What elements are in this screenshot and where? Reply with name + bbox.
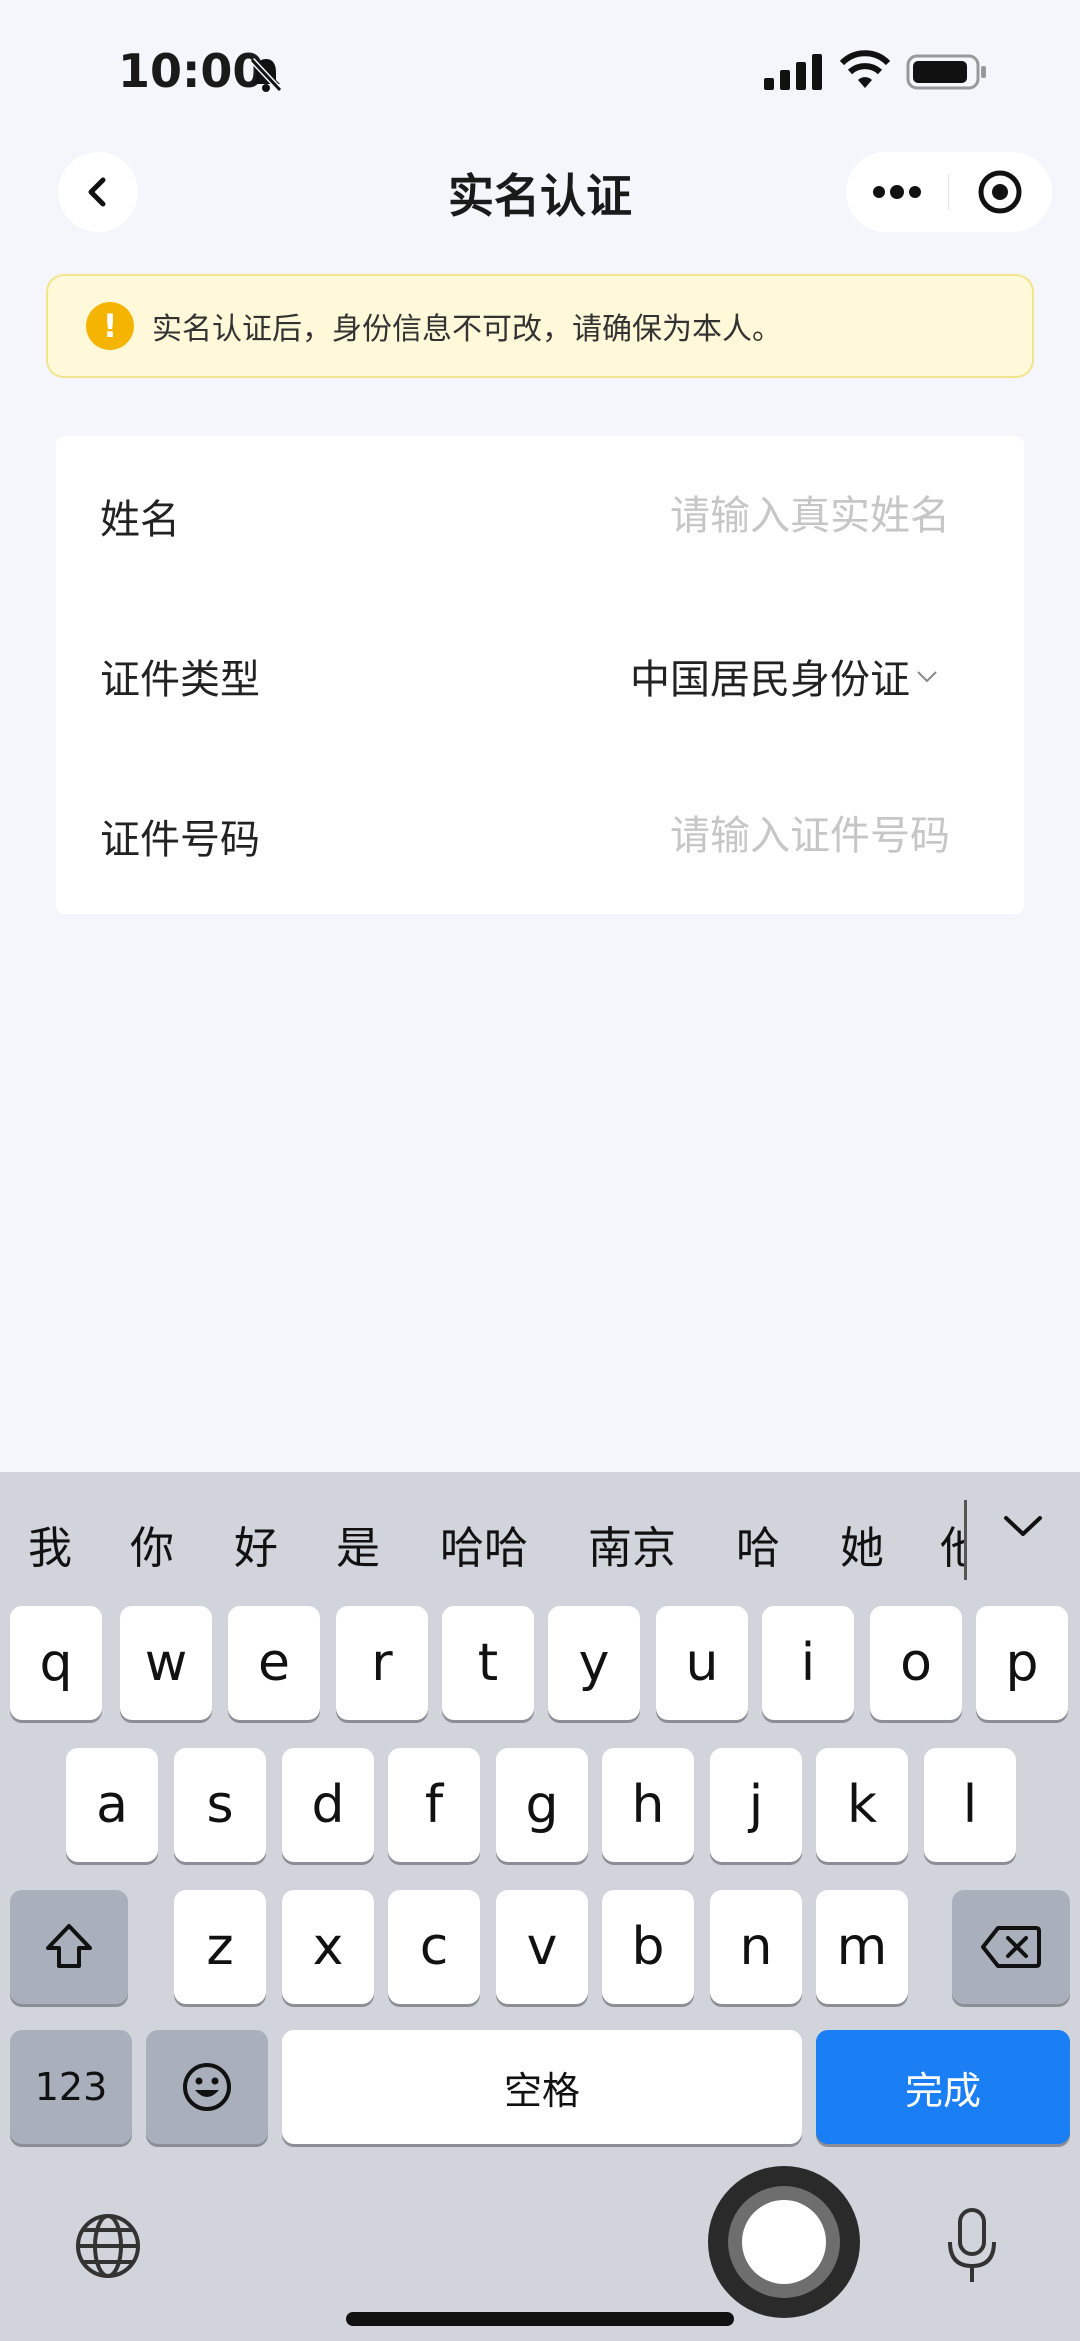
id-type-value: 中国居民身份证 (630, 657, 910, 703)
emoji-key[interactable] (146, 2030, 268, 2144)
assistive-touch-ring (728, 2186, 840, 2298)
notice-text: 实名认证后，身份信息不可改，请确保为本人。 (152, 312, 782, 347)
name-label: 姓名 (100, 497, 180, 543)
key-i[interactable]: i (762, 1606, 854, 1720)
key-n[interactable]: n (710, 1890, 802, 2004)
globe-icon[interactable] (72, 2210, 144, 2282)
key-b[interactable]: b (602, 1890, 694, 2004)
key-v[interactable]: v (496, 1890, 588, 2004)
key-y[interactable]: y (548, 1606, 640, 1720)
navigation-bar: 实名认证 (0, 140, 1080, 260)
candidate-item[interactable]: 他 (940, 1512, 964, 1576)
home-indicator[interactable] (346, 2312, 734, 2326)
more-icon (873, 185, 921, 199)
key-h[interactable]: h (602, 1748, 694, 1862)
key-c[interactable]: c (388, 1890, 480, 2004)
shift-key[interactable] (10, 1890, 128, 2004)
chevron-down-icon (917, 671, 937, 683)
key-j[interactable]: j (710, 1748, 802, 1862)
key-m[interactable]: m (816, 1890, 908, 2004)
key-l[interactable]: l (924, 1748, 1016, 1862)
candidate-bar: 我 你 好 是 哈哈 南京 哈 她 他 (0, 1472, 1080, 1602)
form-row-id-type[interactable]: 证件类型 中国居民身份证 (56, 596, 1024, 756)
numbers-key[interactable]: 123 (10, 2030, 132, 2144)
key-t[interactable]: t (442, 1606, 534, 1720)
id-number-label: 证件号码 (100, 817, 260, 863)
key-k[interactable]: k (816, 1748, 908, 1862)
key-z[interactable]: z (174, 1890, 266, 2004)
assistive-touch-dot (742, 2200, 826, 2284)
key-r[interactable]: r (336, 1606, 428, 1720)
status-bar: 10:00 (0, 0, 1080, 140)
microphone-icon[interactable] (946, 2206, 998, 2286)
candidate-item[interactable]: 哈 (736, 1512, 780, 1576)
name-input[interactable] (450, 493, 950, 539)
chevron-down-icon[interactable] (998, 1502, 1048, 1552)
candidate-item[interactable]: 好 (234, 1512, 278, 1576)
key-f[interactable]: f (388, 1748, 480, 1862)
candidate-item[interactable]: 你 (130, 1512, 174, 1576)
close-miniapp-button[interactable] (949, 152, 1051, 232)
id-type-select[interactable]: 中国居民身份证 (630, 647, 940, 705)
key-q[interactable]: q (10, 1606, 102, 1720)
warning-icon: ! (86, 302, 134, 350)
candidate-item[interactable]: 她 (840, 1512, 884, 1576)
assistive-touch-button[interactable] (708, 2166, 860, 2318)
key-e[interactable]: e (228, 1606, 320, 1720)
key-s[interactable]: s (174, 1748, 266, 1862)
key-w[interactable]: w (120, 1606, 212, 1720)
done-key[interactable]: 完成 (816, 2030, 1070, 2144)
delete-key[interactable] (952, 1890, 1070, 2004)
candidate-item[interactable]: 南京 (588, 1512, 676, 1576)
candidate-item[interactable]: 是 (336, 1512, 380, 1576)
keyboard: 我 你 好 是 哈哈 南京 哈 她 他 q w e r t y u i o p … (0, 1472, 1080, 2341)
space-key[interactable]: 空格 (282, 2030, 802, 2144)
battery-icon (906, 54, 986, 90)
status-time: 10:00 (118, 44, 265, 98)
key-p[interactable]: p (976, 1606, 1068, 1720)
more-button[interactable] (846, 152, 948, 232)
key-o[interactable]: o (870, 1606, 962, 1720)
key-d[interactable]: d (282, 1748, 374, 1862)
backspace-icon (981, 1926, 1041, 1968)
wifi-icon (840, 50, 890, 88)
miniapp-capsule (846, 152, 1052, 232)
form-row-id-number: 证件号码 (56, 756, 1024, 916)
signal-icon (764, 54, 822, 90)
identity-form: 姓名 证件类型 中国居民身份证 证件号码 (56, 436, 1024, 914)
record-target-icon (978, 170, 1022, 214)
candidate-item[interactable]: 哈哈 (440, 1512, 528, 1576)
candidate-divider (964, 1500, 967, 1580)
candidate-item[interactable]: 我 (28, 1512, 72, 1576)
notice-banner: ! 实名认证后，身份信息不可改，请确保为本人。 (46, 274, 1034, 378)
key-x[interactable]: x (282, 1890, 374, 2004)
form-row-name: 姓名 (56, 436, 1024, 596)
id-number-input[interactable] (450, 813, 950, 859)
id-type-label: 证件类型 (100, 657, 260, 703)
key-a[interactable]: a (66, 1748, 158, 1862)
shift-icon (46, 1924, 92, 1968)
bell-muted-icon (249, 57, 283, 93)
key-u[interactable]: u (656, 1606, 748, 1720)
key-g[interactable]: g (496, 1748, 588, 1862)
emoji-icon (183, 2063, 231, 2111)
